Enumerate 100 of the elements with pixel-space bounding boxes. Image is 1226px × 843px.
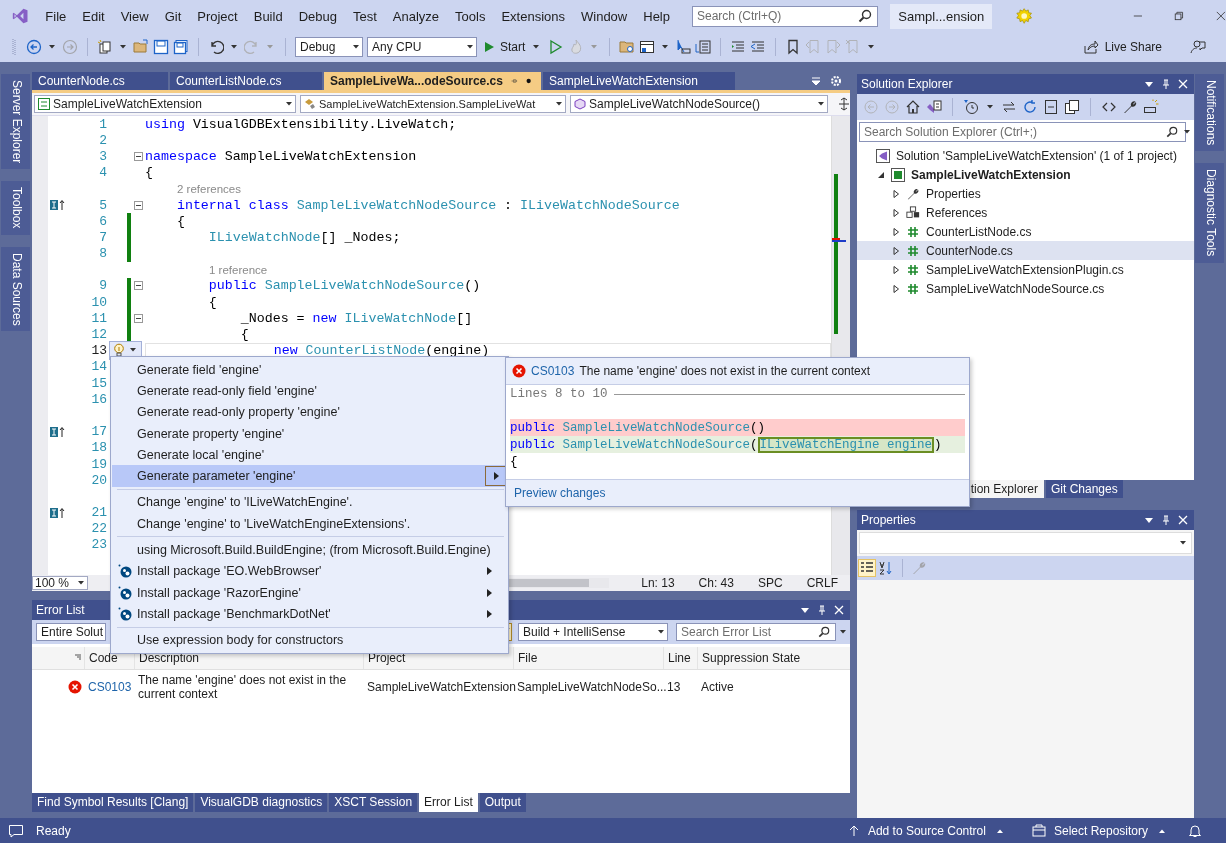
tree-item[interactable]: SampleLiveWatchExtension [911, 167, 1071, 182]
pin-icon[interactable] [510, 76, 518, 86]
menu-item[interactable]: View [112, 8, 157, 24]
caret-icon[interactable] [49, 45, 55, 49]
side-panel-tab[interactable]: Notifications [1194, 74, 1224, 152]
menu-item[interactable]: Project [189, 8, 246, 24]
folder-search-icon[interactable] [619, 39, 636, 55]
menu-item[interactable]: Install package 'RazorEngine' [112, 581, 507, 604]
repository-button[interactable]: Select Repository [1025, 822, 1174, 839]
sort-icon[interactable] [878, 560, 894, 576]
tree-item[interactable]: SampleLiveWatchNodeSource.cs [926, 281, 1105, 296]
side-panel-tab[interactable]: Data Sources [0, 246, 30, 332]
start-button[interactable]: Start [481, 40, 545, 54]
expanded-arrow-icon[interactable] [877, 170, 885, 179]
menu-item[interactable]: Generate property 'engine' [112, 422, 507, 445]
implementation-icon[interactable] [50, 199, 66, 212]
pin-icon[interactable] [1161, 515, 1171, 525]
source-control-button[interactable]: Add to Source Control [841, 822, 1012, 839]
menu-item[interactable]: Tools [447, 8, 494, 24]
tree-item[interactable]: CounterListNode.cs [926, 224, 1032, 239]
source-dropdown[interactable]: Build + IntelliSense [518, 623, 668, 641]
caret-icon[interactable] [840, 630, 846, 634]
error-code-link[interactable]: CS0103 [531, 364, 575, 378]
menu-item[interactable]: Help [635, 8, 678, 24]
tab-list-icon[interactable] [810, 75, 822, 87]
outdent-icon[interactable] [750, 39, 767, 55]
switch-views-icon[interactable] [926, 99, 942, 115]
wrench-icon[interactable] [1122, 99, 1138, 115]
tree-item[interactable]: SampleLiveWatchExtensionPlugin.cs [926, 262, 1124, 277]
document-tab[interactable]: CounterNode.cs [32, 72, 168, 90]
menu-item[interactable]: Generate parameter 'engine' [112, 465, 507, 487]
indent-icon[interactable] [730, 39, 747, 55]
menu-item[interactable]: using Microsoft.Build.BuildEngine; (from Microsoft.Build.Engine) [112, 539, 507, 561]
side-panel-tab[interactable]: Server Explorer [0, 74, 30, 170]
error-code-link[interactable]: CS0103 [88, 680, 132, 694]
menu-item[interactable]: Build [245, 8, 291, 24]
column-header[interactable]: Line [663, 647, 697, 669]
panel-tab[interactable]: VisualGDB diagnostics [195, 793, 328, 812]
new-project-icon[interactable] [97, 39, 113, 55]
preview-icon[interactable] [1143, 99, 1159, 115]
implementation-icon[interactable] [50, 425, 66, 438]
menu-item[interactable]: Install package 'EO.WebBrowser' [112, 560, 507, 582]
menu-item[interactable]: Change 'engine' to 'LiveWatchEngineExtensions'. [112, 513, 507, 535]
collapsed-arrow-icon[interactable] [892, 246, 900, 255]
dropdown-icon[interactable] [1144, 515, 1154, 525]
codelens-reference-count[interactable]: 2 references [177, 182, 241, 195]
split-icon[interactable] [838, 97, 850, 111]
menu-item[interactable]: Change 'engine' to 'ILiveWatchEngine'. [112, 491, 507, 514]
cursor-icon[interactable] [675, 39, 692, 55]
panel-tab[interactable]: XSCT Session [329, 793, 418, 812]
search-field[interactable]: Search Solution Explorer (Ctrl+;) [859, 122, 1186, 142]
collapse-icon[interactable] [133, 200, 143, 210]
document-list-icon[interactable] [695, 39, 712, 55]
editor-status-item[interactable]: CRLF [794, 576, 850, 590]
type-dropdown[interactable]: SampleLiveWatchExtension.SampleLiveWat [300, 95, 566, 113]
menu-item[interactable]: Generate local 'engine' [112, 444, 507, 466]
menu-item[interactable]: Test [344, 8, 385, 24]
menu-item[interactable]: Git [156, 8, 190, 24]
caret-icon[interactable] [868, 45, 875, 49]
dropdown-icon[interactable] [800, 605, 810, 615]
editor-status-item[interactable]: SPC [745, 576, 795, 590]
editor-status-item[interactable]: Ch: 43 [686, 576, 746, 590]
preview-changes-link[interactable]: Preview changes [514, 486, 606, 500]
collapsed-arrow-icon[interactable] [892, 208, 900, 217]
restore-icon[interactable] [1174, 10, 1185, 22]
tree-item[interactable]: References [926, 205, 988, 220]
collapsed-arrow-icon[interactable] [892, 227, 900, 236]
settings-icon[interactable] [830, 75, 842, 87]
tree-item[interactable]: Properties [926, 186, 981, 201]
menu-item[interactable]: Window [573, 8, 636, 24]
side-panel-tab[interactable]: Toolbox [0, 181, 30, 235]
panel-tab[interactable]: Find Symbol Results [Clang] [32, 793, 194, 812]
panel-tab[interactable]: Error List [419, 793, 478, 812]
document-tab[interactable]: SampleLiveWatchExtension [543, 72, 735, 90]
copy-icon[interactable] [1064, 99, 1080, 115]
menu-item[interactable]: Generate read-only property 'engine' [112, 401, 507, 423]
home-icon[interactable] [905, 99, 921, 115]
column-header[interactable]: Suppression State [697, 647, 827, 669]
search-field[interactable]: Search (Ctrl+Q) [692, 5, 879, 27]
menu-item[interactable]: Install package 'BenchmarkDotNet' [112, 603, 507, 625]
menu-item[interactable]: Extensions [493, 8, 573, 24]
document-tab[interactable]: SampleLiveWa...odeSource.cs [324, 72, 541, 90]
chat-icon[interactable] [8, 822, 24, 839]
save-icon[interactable] [153, 39, 169, 55]
history-icon[interactable] [963, 99, 979, 115]
menu-item[interactable]: Generate read-only field 'engine' [112, 380, 507, 402]
member-dropdown[interactable]: SampleLiveWatchNodeSource() [570, 95, 828, 113]
pin-icon[interactable] [1161, 79, 1171, 89]
sync-icon[interactable] [1001, 99, 1017, 115]
zoom-dropdown[interactable]: 100 % [32, 576, 88, 590]
caret-icon[interactable] [231, 45, 237, 49]
pin-icon[interactable] [817, 605, 827, 615]
collapse-all-icon[interactable] [1043, 99, 1059, 115]
categorized-icon[interactable] [859, 560, 875, 576]
undo-icon[interactable] [208, 39, 224, 55]
panel-tab[interactable]: Output [479, 793, 526, 812]
collapsed-arrow-icon[interactable] [892, 284, 900, 293]
collapse-icon[interactable] [133, 151, 143, 161]
menu-item[interactable]: Analyze [384, 8, 448, 24]
menu-item[interactable]: Edit [74, 8, 113, 24]
